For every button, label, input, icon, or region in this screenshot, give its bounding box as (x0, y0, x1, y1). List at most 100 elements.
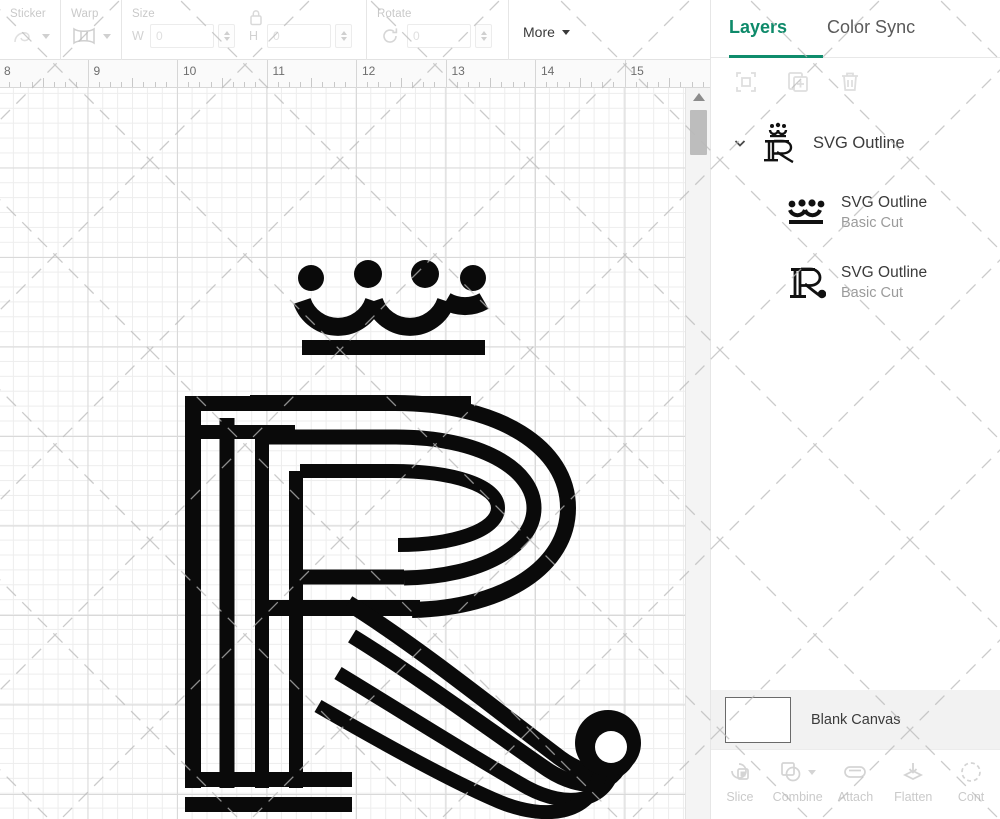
sticker-curl-icon[interactable] (10, 24, 36, 48)
ruler-minor-tick (636, 82, 637, 87)
ruler-minor-tick (211, 82, 212, 87)
layer-title: SVG Outline (841, 193, 927, 213)
scroll-up-arrow-icon[interactable] (686, 88, 711, 106)
ruler-major-tick (88, 60, 89, 88)
horizontal-ruler[interactable]: 89101112131415 (0, 60, 710, 88)
warp-grid-icon[interactable] (71, 24, 97, 48)
ruler-minor-tick (490, 78, 491, 87)
chevron-down-icon[interactable] (729, 132, 751, 154)
ruler-minor-tick (65, 82, 66, 87)
ruler-minor-tick (647, 82, 648, 87)
active-tab-underline (729, 55, 823, 58)
ruler-minor-tick (244, 82, 245, 87)
ruler-minor-tick (322, 82, 323, 87)
width-stepper[interactable] (218, 24, 235, 48)
contour-button[interactable]: Cont (942, 757, 1000, 804)
ruler-minor-tick (132, 78, 133, 87)
ruler-minor-tick (54, 82, 55, 87)
ruler-minor-tick (569, 82, 570, 87)
ruler-major-tick (535, 60, 536, 88)
slice-button[interactable]: Slice (711, 757, 769, 804)
ruler-minor-tick (143, 82, 144, 87)
warp-dropdown-caret-icon[interactable] (103, 34, 111, 39)
rotate-stepper[interactable] (475, 24, 492, 48)
combine-icon (779, 757, 816, 787)
rotate-group: Rotate 0 (367, 0, 502, 60)
ruler-minor-tick (20, 82, 21, 87)
group-ungroup-icon[interactable] (733, 69, 759, 95)
canvas-vertical-scrollbar[interactable] (685, 88, 710, 819)
bottom-tool-bar: Slice Combine (711, 749, 1000, 819)
ruler-major-tick (446, 60, 447, 88)
ruler-minor-tick (703, 82, 704, 87)
ruler-minor-tick (501, 82, 502, 87)
sticker-dropdown-caret-icon[interactable] (42, 34, 50, 39)
blank-canvas-thumbnail (725, 697, 791, 743)
more-button[interactable]: More (523, 24, 570, 40)
duplicate-icon[interactable] (785, 69, 811, 95)
ruler-label: 13 (452, 64, 465, 78)
ruler-minor-tick (311, 78, 312, 87)
layer-list[interactable]: SVG Outline (711, 108, 1000, 690)
ruler-label: 12 (362, 64, 375, 78)
ruler-minor-tick (591, 82, 592, 87)
contour-icon (959, 757, 983, 787)
tab-color-sync[interactable]: Color Sync (827, 17, 915, 40)
ruler-minor-tick (423, 82, 424, 87)
lock-aspect-ratio-icon[interactable] (246, 6, 266, 28)
tab-layers[interactable]: Layers (729, 17, 787, 40)
layer-row[interactable]: SVG Outline (711, 108, 1000, 178)
layer-title: SVG Outline (813, 133, 905, 153)
size-group: Size W 0 H 0 (122, 0, 367, 60)
ruler-minor-tick (300, 82, 301, 87)
combine-label: Combine (773, 790, 823, 804)
ruler-minor-tick (669, 78, 670, 87)
delete-icon[interactable] (837, 69, 863, 95)
artwork-svg-outline[interactable] (0, 88, 685, 819)
blank-canvas-row[interactable]: Blank Canvas (711, 690, 1000, 749)
combine-dropdown-caret-icon[interactable] (808, 770, 816, 775)
size-label: Size (132, 8, 352, 20)
rotate-icon[interactable] (377, 24, 403, 48)
ruler-minor-tick (468, 82, 469, 87)
r-with-crown-icon (755, 120, 801, 166)
attach-button[interactable]: Attach (827, 757, 885, 804)
ruler-minor-tick (43, 78, 44, 87)
height-stepper[interactable] (335, 24, 352, 48)
ruler-minor-tick (390, 82, 391, 87)
ruler-minor-tick (513, 82, 514, 87)
flatten-button[interactable]: Flatten (884, 757, 942, 804)
layer-row[interactable]: SVG Outline Basic Cut (711, 248, 1000, 318)
flatten-label: Flatten (894, 790, 932, 804)
design-canvas-app: Sticker Warp Size (0, 0, 1000, 819)
height-input[interactable]: 0 (267, 24, 331, 48)
scrollbar-thumb[interactable] (690, 110, 707, 155)
ruler-major-tick (625, 60, 626, 88)
rotate-label: Rotate (377, 8, 492, 20)
ruler-minor-tick (557, 82, 558, 87)
ruler-label: 11 (273, 64, 285, 78)
ruler-minor-tick (680, 82, 681, 87)
rotate-input[interactable]: 0 (407, 24, 471, 48)
ruler-minor-tick (345, 82, 346, 87)
ruler-minor-tick (9, 82, 10, 87)
slice-label: Slice (726, 790, 753, 804)
ruler-minor-tick (110, 82, 111, 87)
ruler-label: 15 (631, 64, 644, 78)
ruler-minor-tick (457, 82, 458, 87)
design-canvas[interactable] (0, 88, 685, 819)
combine-button[interactable]: Combine (769, 757, 827, 804)
height-label: H (249, 29, 263, 43)
ruler-minor-tick (412, 82, 413, 87)
ruler-minor-tick (367, 82, 368, 87)
ruler-minor-tick (658, 82, 659, 87)
layer-row[interactable]: SVG Outline Basic Cut (711, 178, 1000, 248)
top-toolbar: Sticker Warp Size (0, 0, 710, 60)
ruler-minor-tick (434, 82, 435, 87)
ruler-minor-tick (121, 82, 122, 87)
ruler-minor-tick (222, 78, 223, 87)
ruler-minor-tick (378, 82, 379, 87)
ruler-minor-tick (99, 82, 100, 87)
width-input[interactable]: 0 (150, 24, 214, 48)
width-label: W (132, 29, 146, 43)
